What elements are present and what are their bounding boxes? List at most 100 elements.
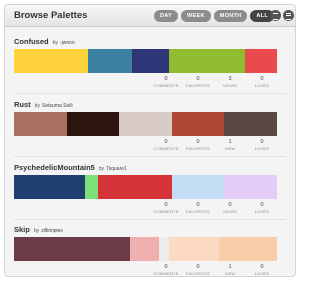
comments-stat[interactable]: 0 COMMENTS xyxy=(152,139,180,152)
color-swatch[interactable] xyxy=(85,175,99,199)
loves-label: LOVES xyxy=(254,83,270,88)
comments-label: COMMENTS xyxy=(153,209,179,214)
favorites-label: FAVORITES xyxy=(186,271,210,276)
palette-stats: 0 COMMENTS 0 FAVORITES 0 VIEWS 0 LOVES xyxy=(14,202,277,216)
color-swatch[interactable] xyxy=(224,112,277,136)
favorites-stat[interactable]: 0 FAVORITES xyxy=(184,202,212,215)
color-swatch[interactable] xyxy=(171,112,225,136)
palette-color-strip[interactable] xyxy=(14,175,277,199)
views-stat: 1 VIEW xyxy=(216,139,244,152)
palette-stats: 0 COMMENTS 0 FAVORITES 3 VIEWS 0 LOVES xyxy=(14,76,277,90)
views-count: 1 xyxy=(228,139,232,145)
color-swatch[interactable] xyxy=(14,112,67,136)
browse-palettes-panel: Browse Palettes DAY WEEK MONTH ALL Confu… xyxy=(4,4,296,277)
comments-count: 0 xyxy=(164,264,168,270)
color-swatch[interactable] xyxy=(119,112,172,136)
color-swatch[interactable] xyxy=(66,112,120,136)
color-swatch[interactable] xyxy=(14,49,88,73)
palette-card: Skip by zillionpies 0 COMMENTS 0 FAVORITES … xyxy=(14,225,286,276)
color-swatch[interactable] xyxy=(14,237,130,261)
comments-count: 0 xyxy=(164,76,168,82)
filter-day-button[interactable]: DAY xyxy=(154,10,179,22)
favorites-count: 0 xyxy=(196,202,200,208)
grid-view-icon[interactable] xyxy=(270,10,281,21)
list-view-icon[interactable] xyxy=(283,10,294,21)
color-swatch[interactable] xyxy=(169,237,220,261)
favorites-label: FAVORITES xyxy=(186,209,210,214)
view-toggle xyxy=(270,10,294,21)
favorites-count: 0 xyxy=(196,76,200,82)
comments-label: COMMENTS xyxy=(153,271,179,276)
color-swatch[interactable] xyxy=(245,49,277,73)
palette-card: PsychedelicMountain5 by Tsquare1 0 COMMENT… xyxy=(14,163,286,216)
loves-count: 0 xyxy=(260,264,264,270)
palette-title[interactable]: Confused xyxy=(14,37,49,46)
palette-author[interactable]: zillionpies xyxy=(41,228,63,234)
favorites-label: FAVORITES xyxy=(186,146,210,151)
views-label: VIEW xyxy=(224,146,236,151)
palette-card: Rust by Setsuma Seili 0 COMMENTS 0 FAVORITE… xyxy=(14,100,286,153)
loves-label: LOVES xyxy=(254,146,270,151)
views-label: VIEWS xyxy=(223,209,237,214)
filter-month-button[interactable]: MONTH xyxy=(213,10,248,22)
views-label: VIEW xyxy=(224,271,236,276)
favorites-label: FAVORITES xyxy=(186,83,210,88)
color-swatch[interactable] xyxy=(224,175,277,199)
color-swatch[interactable] xyxy=(14,175,86,199)
views-stat: 1 VIEW xyxy=(216,264,244,276)
color-swatch[interactable] xyxy=(132,49,170,73)
favorites-stat[interactable]: 0 FAVORITES xyxy=(184,264,212,276)
favorites-count: 0 xyxy=(196,139,200,145)
comments-count: 0 xyxy=(164,202,168,208)
by-label: by xyxy=(34,103,40,109)
palette-title[interactable]: Rust xyxy=(14,100,31,109)
color-swatch[interactable] xyxy=(219,237,277,261)
loves-stat[interactable]: 0 LOVES xyxy=(248,264,276,276)
comments-stat[interactable]: 0 COMMENTS xyxy=(152,202,180,215)
loves-count: 0 xyxy=(260,139,264,145)
color-swatch[interactable] xyxy=(158,237,170,261)
palette-author[interactable]: -jwoon xyxy=(60,40,75,46)
loves-count: 0 xyxy=(260,202,264,208)
favorites-stat[interactable]: 0 FAVORITES xyxy=(184,139,212,152)
color-swatch[interactable] xyxy=(98,175,172,199)
palette-title[interactable]: Skip xyxy=(14,225,30,234)
palette-author[interactable]: Tsquare1 xyxy=(106,166,127,172)
color-swatch[interactable] xyxy=(129,237,159,261)
loves-label: LOVES xyxy=(254,209,270,214)
palette-author[interactable]: Setsuma Seili xyxy=(42,103,73,109)
loves-stat[interactable]: 0 LOVES xyxy=(248,202,276,215)
palette-card: Confused by -jwoon 0 COMMENTS 0 FAVORITES 3… xyxy=(14,37,286,90)
palette-stats: 0 COMMENTS 0 FAVORITES 1 VIEW 0 LOVES xyxy=(14,139,277,153)
divider xyxy=(14,219,286,220)
favorites-stat[interactable]: 0 FAVORITES xyxy=(184,76,212,89)
by-label: by xyxy=(52,40,58,46)
divider xyxy=(14,156,286,157)
page-title: Browse Palettes xyxy=(14,10,88,21)
loves-count: 0 xyxy=(260,76,264,82)
palette-color-strip[interactable] xyxy=(14,112,277,136)
time-filter-group: DAY WEEK MONTH ALL xyxy=(154,10,274,22)
by-label: by xyxy=(33,228,40,234)
color-swatch[interactable] xyxy=(87,49,133,73)
color-swatch[interactable] xyxy=(171,175,225,199)
favorites-count: 0 xyxy=(196,264,200,270)
comments-stat[interactable]: 0 COMMENTS xyxy=(152,76,180,89)
loves-stat[interactable]: 0 LOVES xyxy=(248,76,276,89)
palette-title[interactable]: PsychedelicMountain5 xyxy=(14,163,95,172)
views-stat: 3 VIEWS xyxy=(216,76,244,89)
loves-label: LOVES xyxy=(254,271,270,276)
views-stat: 0 VIEWS xyxy=(216,202,244,215)
views-label: VIEWS xyxy=(223,83,237,88)
comments-count: 0 xyxy=(164,139,168,145)
palette-color-strip[interactable] xyxy=(14,237,277,261)
palette-color-strip[interactable] xyxy=(14,49,277,73)
loves-stat[interactable]: 0 LOVES xyxy=(248,139,276,152)
views-count: 3 xyxy=(228,76,232,82)
color-swatch[interactable] xyxy=(169,49,246,73)
views-count: 1 xyxy=(228,264,232,270)
comments-stat[interactable]: 0 COMMENTS xyxy=(152,264,180,276)
divider xyxy=(14,93,286,94)
comments-label: COMMENTS xyxy=(153,83,179,88)
filter-week-button[interactable]: WEEK xyxy=(181,10,211,22)
